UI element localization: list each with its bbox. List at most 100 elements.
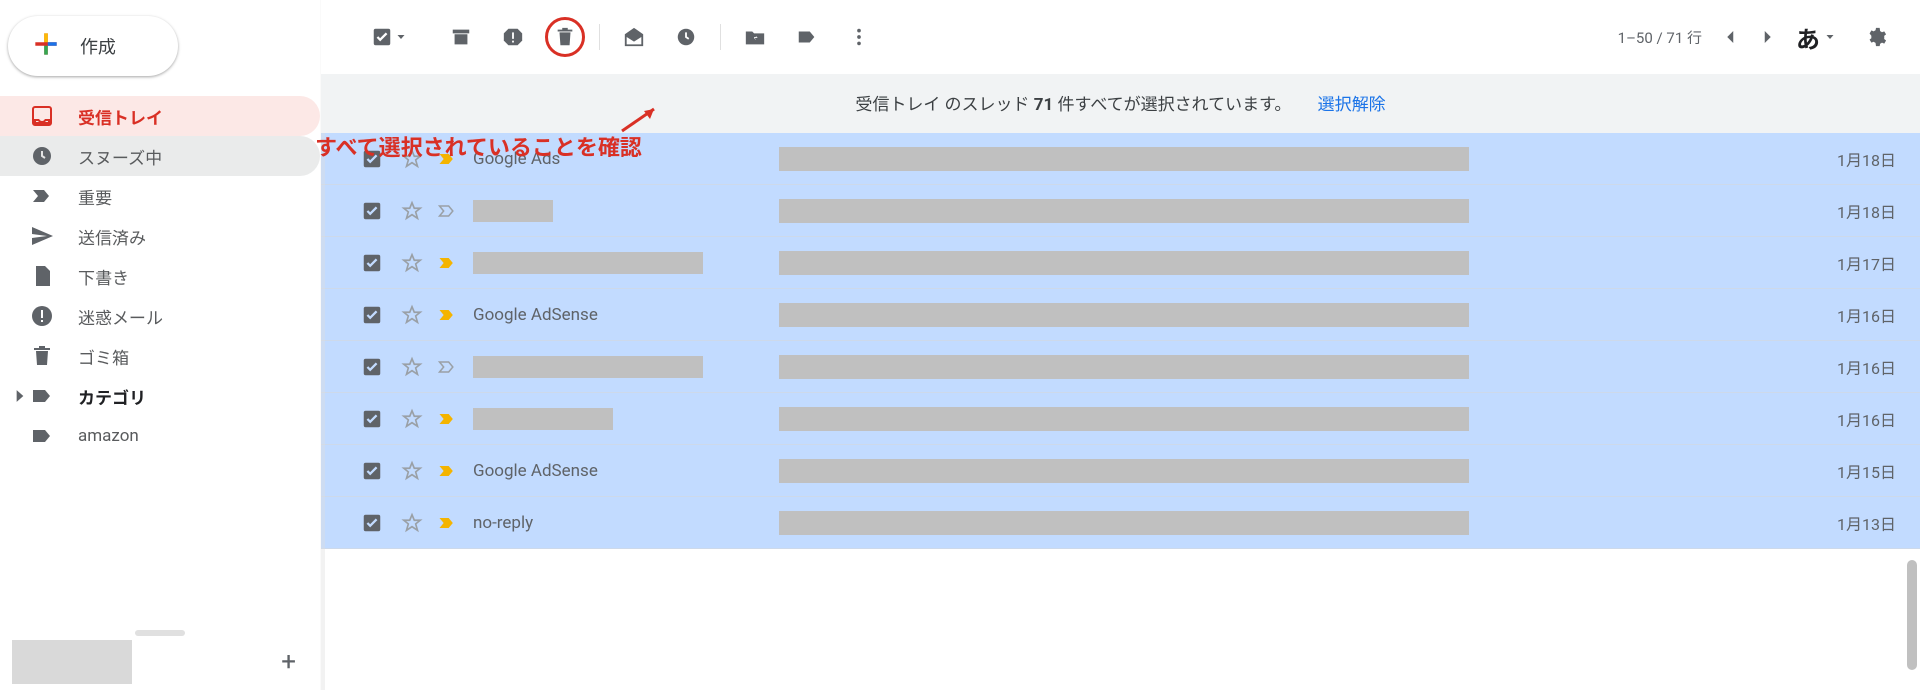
prev-page-button[interactable] bbox=[1722, 28, 1740, 46]
email-row[interactable]: no-reply1月13日 bbox=[321, 497, 1920, 549]
row-checkbox[interactable] bbox=[361, 512, 383, 534]
input-method-button[interactable]: あ bbox=[1796, 20, 1836, 55]
email-subject-redacted bbox=[779, 251, 1469, 275]
folder-move-icon bbox=[744, 26, 766, 48]
sidebar-item-label: 迷惑メール bbox=[78, 304, 163, 329]
sidebar-item-sent[interactable]: 送信済み bbox=[0, 216, 320, 256]
sidebar-item-spam[interactable]: 迷惑メール bbox=[0, 296, 320, 336]
important-marker-icon[interactable] bbox=[437, 409, 457, 429]
sidebar-item-trash[interactable]: ゴミ箱 bbox=[0, 336, 320, 376]
chevron-down-icon bbox=[1824, 31, 1836, 43]
deselect-all-link[interactable]: 選択解除 bbox=[1318, 95, 1386, 115]
sidebar-item-label: 受信トレイ bbox=[78, 104, 163, 129]
snooze-button[interactable] bbox=[666, 17, 706, 57]
next-page-button[interactable] bbox=[1758, 28, 1776, 46]
row-checkbox[interactable] bbox=[361, 356, 383, 378]
labels-button[interactable] bbox=[787, 17, 827, 57]
select-all-banner: 受信トレイ のスレッド 71 件すべてが選択されています。 選択解除 bbox=[321, 74, 1920, 133]
settings-button[interactable] bbox=[1856, 17, 1896, 57]
star-icon[interactable] bbox=[401, 512, 423, 534]
report-spam-button[interactable] bbox=[493, 17, 533, 57]
row-checkbox[interactable] bbox=[361, 148, 383, 170]
star-icon[interactable] bbox=[401, 460, 423, 482]
select-all-checkbox[interactable] bbox=[361, 26, 417, 48]
email-date: 1月16日 bbox=[1837, 407, 1896, 431]
email-date: 1月18日 bbox=[1837, 199, 1896, 223]
compose-label: 作成 bbox=[80, 33, 116, 59]
inbox-icon bbox=[30, 104, 54, 128]
star-icon[interactable] bbox=[401, 148, 423, 170]
resize-handle[interactable] bbox=[135, 630, 185, 636]
email-row[interactable]: 1月17日 bbox=[321, 237, 1920, 289]
sidebar-item-label: 送信済み bbox=[78, 224, 146, 249]
more-button[interactable] bbox=[839, 17, 879, 57]
sidebar-item-label: 重要 bbox=[78, 184, 112, 209]
add-label-button[interactable]: + bbox=[281, 647, 296, 677]
email-subject-redacted bbox=[779, 303, 1469, 327]
email-date: 1月13日 bbox=[1837, 511, 1896, 535]
spam-icon bbox=[30, 304, 54, 328]
email-subject-redacted bbox=[779, 459, 1469, 483]
email-row[interactable]: 1月18日 bbox=[321, 185, 1920, 237]
compose-button[interactable]: 作成 bbox=[8, 16, 178, 76]
mark-read-button[interactable] bbox=[614, 17, 654, 57]
email-row[interactable]: 1月16日 bbox=[321, 393, 1920, 445]
email-subject-redacted bbox=[779, 511, 1469, 535]
clock-icon bbox=[30, 144, 54, 168]
trash-icon bbox=[30, 344, 54, 368]
row-checkbox[interactable] bbox=[361, 408, 383, 430]
banner-suffix: 件すべてが選択されています。 bbox=[1053, 95, 1291, 115]
email-row[interactable]: Google Ads 1月18日 bbox=[321, 133, 1920, 185]
star-icon[interactable] bbox=[401, 408, 423, 430]
chevron-down-icon bbox=[395, 31, 407, 43]
row-checkbox[interactable] bbox=[361, 460, 383, 482]
email-sender: Google Ads bbox=[473, 149, 560, 169]
row-checkbox[interactable] bbox=[361, 200, 383, 222]
label-icon bbox=[30, 384, 54, 408]
star-icon[interactable] bbox=[401, 252, 423, 274]
email-date: 1月17日 bbox=[1837, 251, 1896, 275]
email-subject-redacted bbox=[779, 355, 1469, 379]
star-icon[interactable] bbox=[401, 356, 423, 378]
email-sender: Google AdSense bbox=[473, 461, 598, 481]
draft-icon bbox=[30, 264, 54, 288]
sidebar-item-label: ゴミ箱 bbox=[78, 344, 129, 369]
email-sender-redacted bbox=[473, 200, 553, 222]
plus-icon bbox=[30, 28, 62, 64]
star-icon[interactable] bbox=[401, 200, 423, 222]
email-subject-redacted bbox=[779, 147, 1469, 171]
sidebar-item-categories[interactable]: カテゴリ bbox=[0, 376, 320, 416]
email-date: 1月16日 bbox=[1837, 355, 1896, 379]
important-marker-icon[interactable] bbox=[437, 201, 457, 221]
sidebar-item-important[interactable]: 重要 bbox=[0, 176, 320, 216]
email-row[interactable]: Google AdSense1月16日 bbox=[321, 289, 1920, 341]
archive-button[interactable] bbox=[441, 17, 481, 57]
scrollbar[interactable] bbox=[1907, 560, 1917, 670]
important-marker-icon[interactable] bbox=[437, 149, 457, 169]
page-range: 1–50 / 71 行 bbox=[1618, 27, 1702, 48]
trash-icon bbox=[554, 26, 576, 48]
sidebar-item-amazon[interactable]: amazon bbox=[0, 416, 320, 456]
important-marker-icon[interactable] bbox=[437, 513, 457, 533]
spam-icon bbox=[502, 26, 524, 48]
sidebar-item-drafts[interactable]: 下書き bbox=[0, 256, 320, 296]
important-marker-icon[interactable] bbox=[437, 357, 457, 377]
label-icon bbox=[30, 424, 54, 448]
important-marker-icon[interactable] bbox=[437, 305, 457, 325]
email-sender: Google AdSense bbox=[473, 305, 598, 325]
email-row[interactable]: 1月16日 bbox=[321, 341, 1920, 393]
important-marker-icon[interactable] bbox=[437, 253, 457, 273]
move-button[interactable] bbox=[735, 17, 775, 57]
email-row[interactable]: Google AdSense1月15日 bbox=[321, 445, 1920, 497]
sidebar-item-snoozed[interactable]: スヌーズ中 bbox=[0, 136, 320, 176]
row-checkbox[interactable] bbox=[361, 252, 383, 274]
checkbox-checked-icon bbox=[371, 26, 393, 48]
delete-button[interactable] bbox=[545, 17, 585, 57]
sidebar-item-inbox[interactable]: 受信トレイ bbox=[0, 96, 320, 136]
clock-icon bbox=[675, 26, 697, 48]
star-icon[interactable] bbox=[401, 304, 423, 326]
row-checkbox[interactable] bbox=[361, 304, 383, 326]
important-marker-icon[interactable] bbox=[437, 461, 457, 481]
email-date: 1月18日 bbox=[1837, 147, 1896, 171]
label-icon bbox=[796, 26, 818, 48]
